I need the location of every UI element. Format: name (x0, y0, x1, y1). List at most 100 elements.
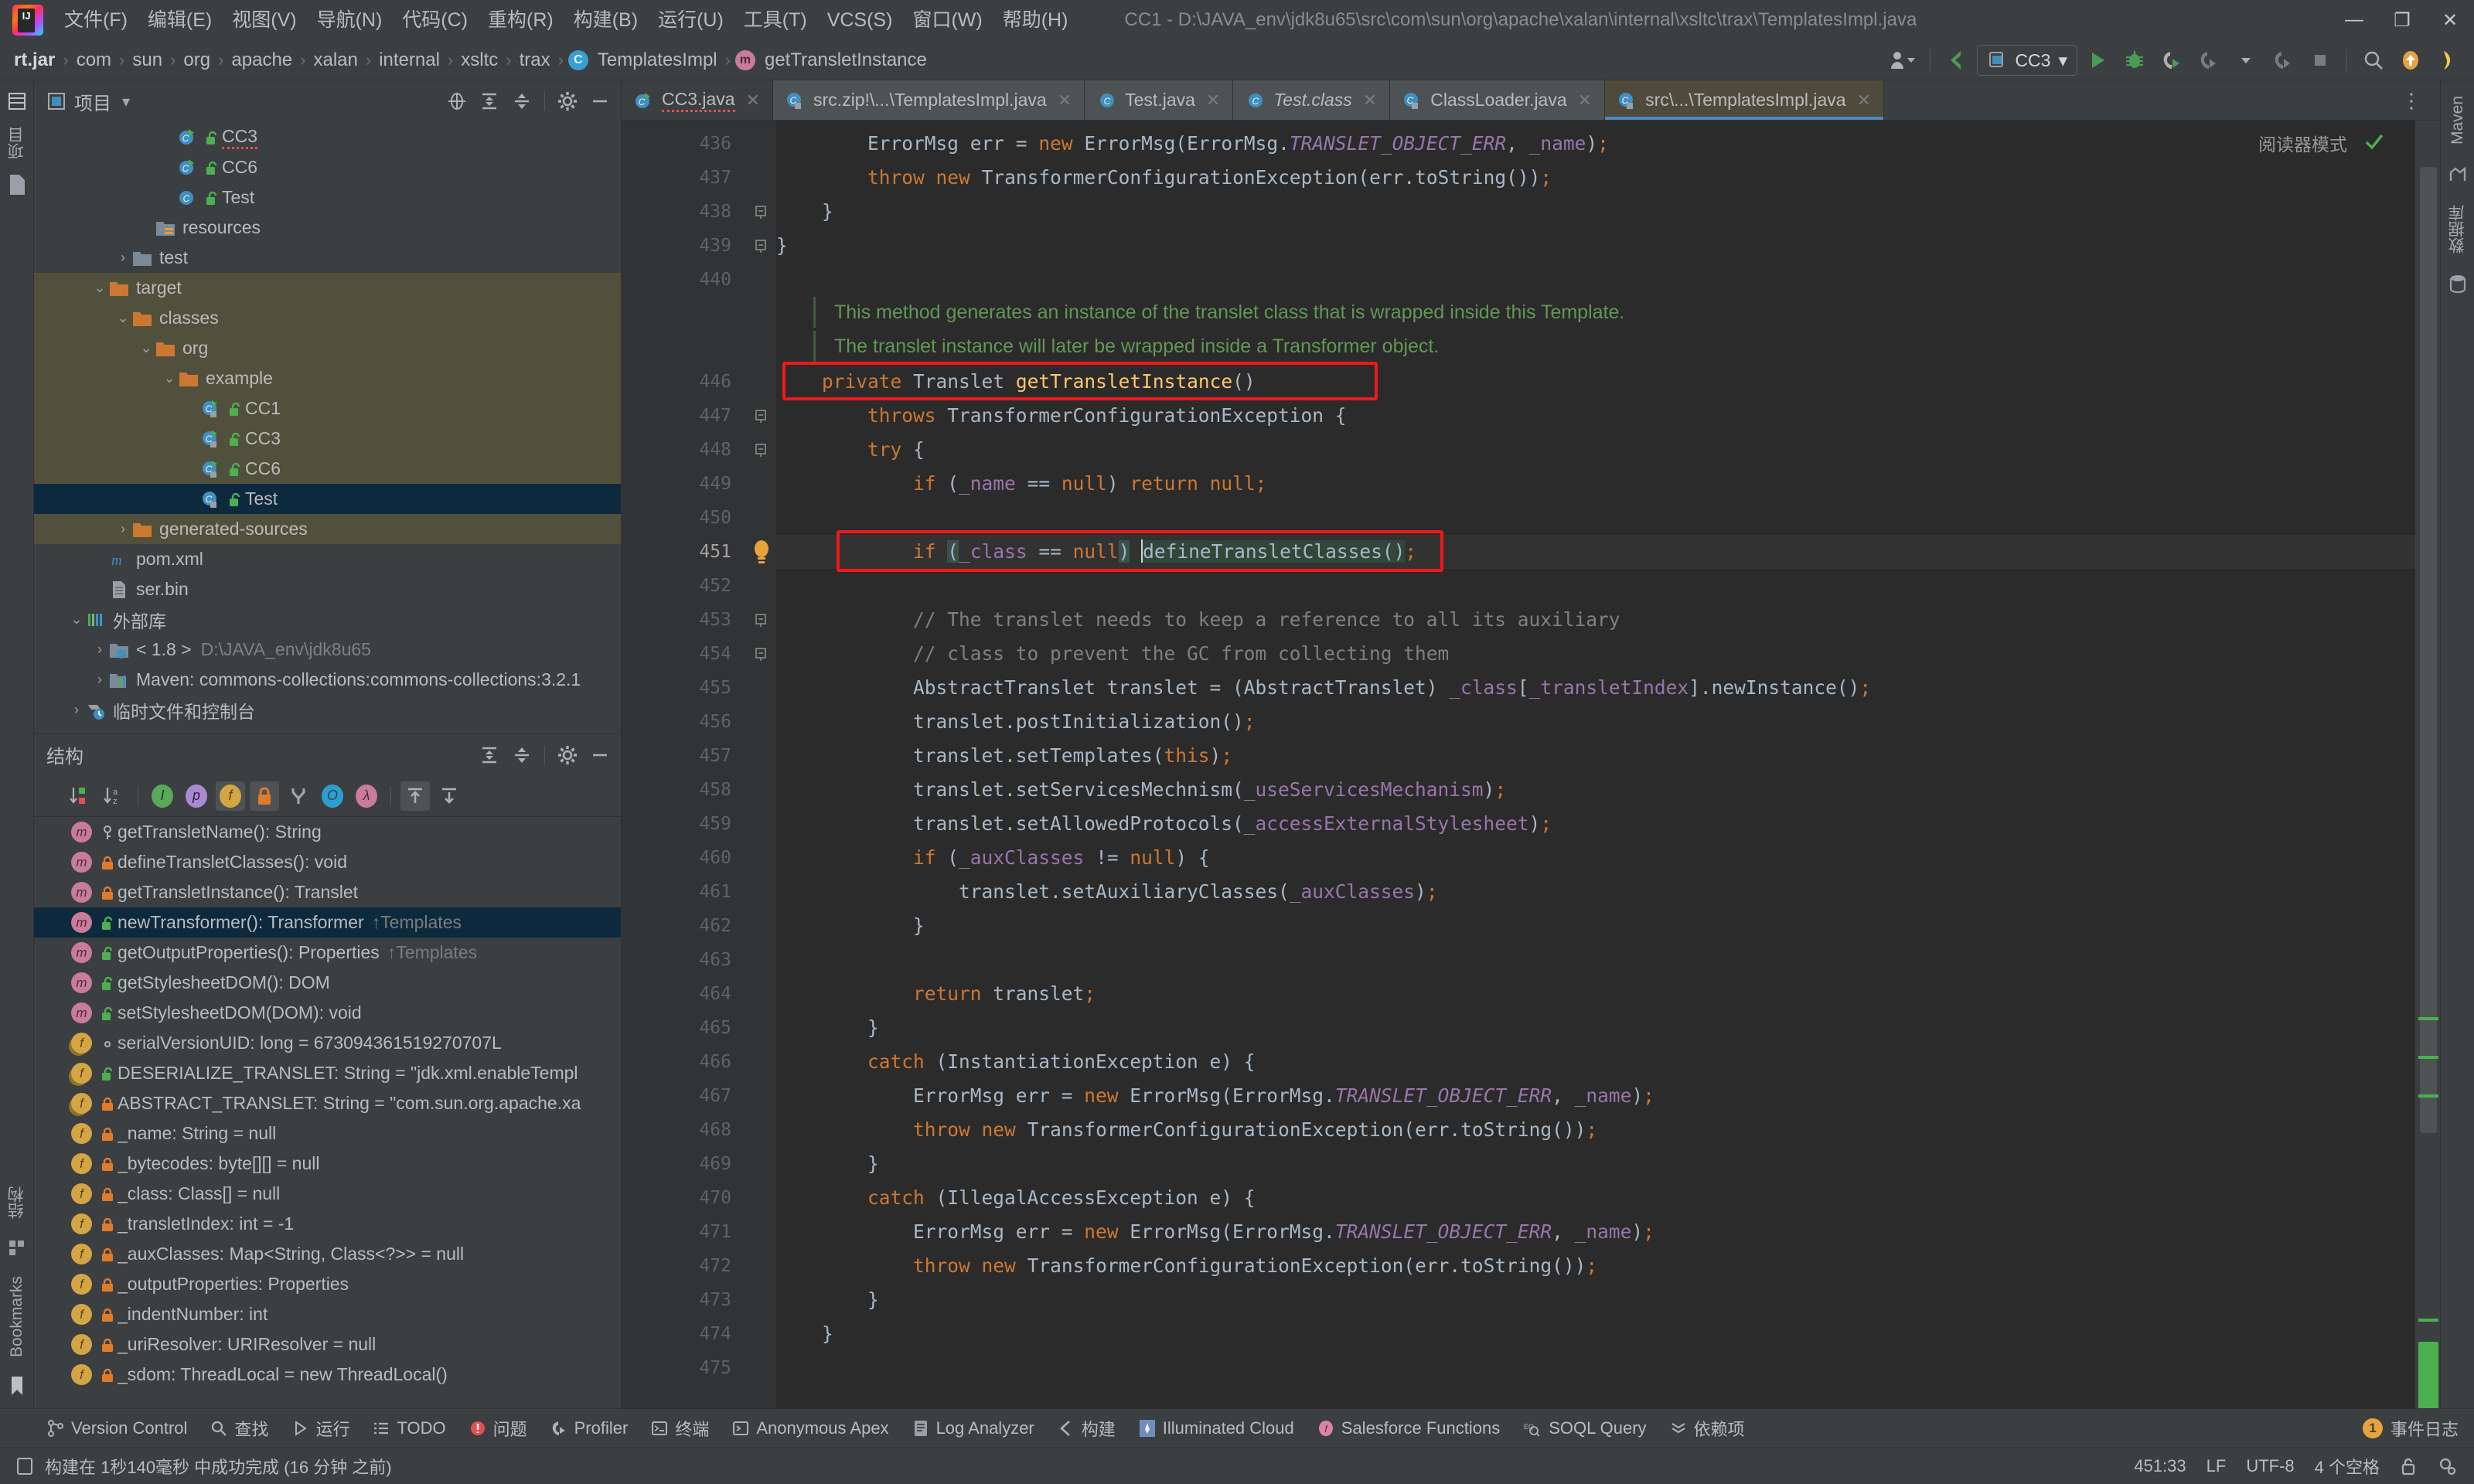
structure-tree-row[interactable]: mgetTransletInstance(): Translet (34, 877, 621, 907)
code-line[interactable]: private Translet getTransletInstance() (776, 365, 2415, 399)
structure-tree-row[interactable]: mgetTransletName(): String (34, 817, 621, 847)
sidebar-tab-project[interactable]: 项目 (2, 121, 32, 165)
close-icon[interactable]: ✕ (1058, 90, 1072, 111)
code-line[interactable]: if (_auxClasses != null) { (776, 841, 2415, 875)
project-tree-row[interactable]: ⌄org (34, 333, 621, 363)
project-tree-row[interactable]: ⌄外部库 (34, 604, 621, 635)
project-tree-row[interactable]: CCC6 (34, 454, 621, 484)
update-project-icon[interactable] (1940, 45, 1974, 76)
tree-expander-icon[interactable]: › (114, 250, 131, 266)
code-line[interactable]: } (776, 909, 2415, 943)
toolwindow-button-1[interactable]: 查找 (200, 1412, 278, 1445)
toolwindow-button-2[interactable]: 运行 (281, 1412, 360, 1445)
tree-expander-icon[interactable]: › (114, 521, 131, 537)
show-interfaces-icon[interactable]: O (318, 781, 347, 811)
menu-item-8[interactable]: 工具(T) (734, 5, 817, 36)
code-line[interactable]: ErrorMsg err = new ErrorMsg(ErrorMsg.TRA… (776, 127, 2415, 161)
debug-button[interactable] (2118, 45, 2152, 76)
structure-tree-row[interactable]: f_bytecodes: byte[][] = null (34, 1149, 621, 1179)
code-line[interactable]: // The translet needs to keep a referenc… (776, 603, 2415, 637)
line-number-gutter[interactable]: 4364374384394404464474484494504514524534… (622, 121, 745, 1408)
code-line[interactable]: } (776, 229, 2415, 263)
code-line[interactable]: translet.postInitialization(); (776, 705, 2415, 739)
tree-expander-icon[interactable]: › (91, 642, 108, 658)
editor-tab[interactable]: CTest.java✕ (1085, 80, 1233, 120)
collapse-all-icon[interactable] (509, 88, 535, 114)
reader-mode-label[interactable]: 阅读器模式 (2258, 130, 2347, 156)
tree-expander-icon[interactable]: ⌄ (91, 280, 108, 296)
editor-tab[interactable]: CTest.class✕ (1233, 80, 1390, 120)
structure-tree-row[interactable]: f_uriResolver: URIResolver = null (34, 1329, 621, 1360)
menu-item-4[interactable]: 代码(C) (392, 5, 478, 36)
close-icon[interactable]: ✕ (746, 90, 760, 111)
code-line[interactable]: if (_name == null) return null; (776, 467, 2415, 501)
code-line[interactable] (776, 263, 2415, 297)
code-line[interactable]: AbstractTranslet translet = (AbstractTra… (776, 671, 2415, 705)
tree-expander-icon[interactable]: ⌄ (138, 340, 155, 356)
breadcrumb-item-3[interactable]: org (180, 48, 213, 73)
database-icon[interactable] (2446, 272, 2469, 295)
update-available-icon[interactable] (2394, 45, 2428, 76)
gear-icon[interactable] (554, 88, 581, 114)
profiler-dropdown-icon[interactable] (2229, 45, 2263, 76)
project-tree-row[interactable]: ⌄classes (34, 303, 621, 333)
code-line[interactable]: throw new TransformerConfigurationExcept… (776, 161, 2415, 195)
fold-marker-icon[interactable] (745, 399, 776, 433)
breadcrumb-item-1[interactable]: com (73, 48, 114, 73)
menu-item-9[interactable]: VCS(S) (817, 5, 903, 36)
code-line[interactable]: throw new TransformerConfigurationExcept… (776, 1113, 2415, 1147)
stop-button[interactable] (2303, 45, 2337, 76)
structure-tree-row[interactable]: mnewTransformer(): Transformer↑Templates (34, 907, 621, 938)
structure-tree[interactable]: mgetTransletName(): StringmdefineTransle… (34, 817, 621, 1408)
code-line[interactable]: // class to prevent the GC from collecti… (776, 637, 2415, 671)
expand-all-icon[interactable] (476, 88, 503, 114)
code-line[interactable] (776, 501, 2415, 535)
read-only-toggle-icon[interactable] (2400, 1456, 2417, 1476)
project-tree-row[interactable]: CCC6 (34, 152, 621, 182)
code-line[interactable]: catch (InstantiationException e) { (776, 1045, 2415, 1079)
bookmark-icon[interactable] (5, 1374, 29, 1397)
project-tree-row[interactable]: ›generated-sources (34, 514, 621, 544)
structure-expand-all-icon[interactable] (476, 742, 503, 768)
user-settings-icon[interactable] (1886, 45, 1920, 76)
project-tree-row[interactable]: ›< 1.8 >D:\JAVA_env\jdk8u65 (34, 635, 621, 665)
toolwindow-button-12[interactable]: EQSOQL Query (1513, 1414, 1656, 1442)
profiler-button[interactable] (2192, 45, 2226, 76)
event-log-button[interactable]: 1 事件日志 (2363, 1416, 2459, 1441)
toolwindow-button-10[interactable]: Illuminated Cloud (1129, 1414, 1304, 1442)
fold-marker-icon[interactable] (745, 195, 776, 229)
tree-expander-icon[interactable]: ⌄ (161, 370, 178, 386)
toolwindow-button-5[interactable]: Profiler (540, 1414, 639, 1442)
breadcrumb-item-0[interactable]: rt.jar (11, 48, 58, 73)
structure-gear-icon[interactable] (554, 742, 581, 768)
toolwindow-button-9[interactable]: 构建 (1048, 1412, 1126, 1445)
breadcrumb-item-6[interactable]: internal (376, 48, 443, 73)
structure-tree-row[interactable]: mgetOutputProperties(): Properties↑Templ… (34, 938, 621, 968)
editor-tab[interactable]: CClassLoader.java✕ (1390, 80, 1605, 120)
fold-marker-icon[interactable] (745, 229, 776, 263)
project-tree-row[interactable]: ›test (34, 243, 621, 273)
structure-tree-row[interactable]: fserialVersionUID: long = 67309436151927… (34, 1028, 621, 1058)
close-icon[interactable]: ✕ (1206, 90, 1220, 111)
run-configuration-selector[interactable]: CC3 ▾ (1977, 45, 2077, 76)
breadcrumb-item-2[interactable]: sun (129, 48, 165, 73)
menu-item-10[interactable]: 窗口(W) (902, 5, 992, 36)
breadcrumb-item-10[interactable]: mgetTransletInstance (735, 48, 930, 73)
fold-marker-icon[interactable] (745, 637, 776, 671)
code-folding-gutter[interactable] (745, 121, 776, 1408)
sort-alphabetically-icon[interactable]: az (99, 781, 128, 811)
structure-tree-row[interactable]: f_class: Class[] = null (34, 1179, 621, 1209)
show-non-public-icon[interactable] (250, 781, 279, 811)
toolwindow-button-13[interactable]: 依赖项 (1660, 1412, 1755, 1445)
structure-tree-row[interactable]: f_sdom: ThreadLocal = new ThreadLocal() (34, 1360, 621, 1390)
project-tree-row[interactable]: ⌄target (34, 273, 621, 303)
code-line[interactable]: This method generates an instance of the… (776, 297, 2415, 331)
tree-expander-icon[interactable]: ⌄ (68, 611, 85, 628)
code-line[interactable]: translet.setTemplates(this); (776, 739, 2415, 773)
run-with-coverage-button[interactable] (2155, 45, 2189, 76)
code-line[interactable] (776, 1351, 2415, 1385)
structure-tree-row[interactable]: mdefineTransletClasses(): void (34, 847, 621, 877)
code-area[interactable]: ErrorMsg err = new ErrorMsg(ErrorMsg.TRA… (776, 121, 2415, 1408)
code-line[interactable]: return translet; (776, 977, 2415, 1011)
structure-tree-row[interactable]: fDESERIALIZE_TRANSLET: String = "jdk.xml… (34, 1058, 621, 1088)
